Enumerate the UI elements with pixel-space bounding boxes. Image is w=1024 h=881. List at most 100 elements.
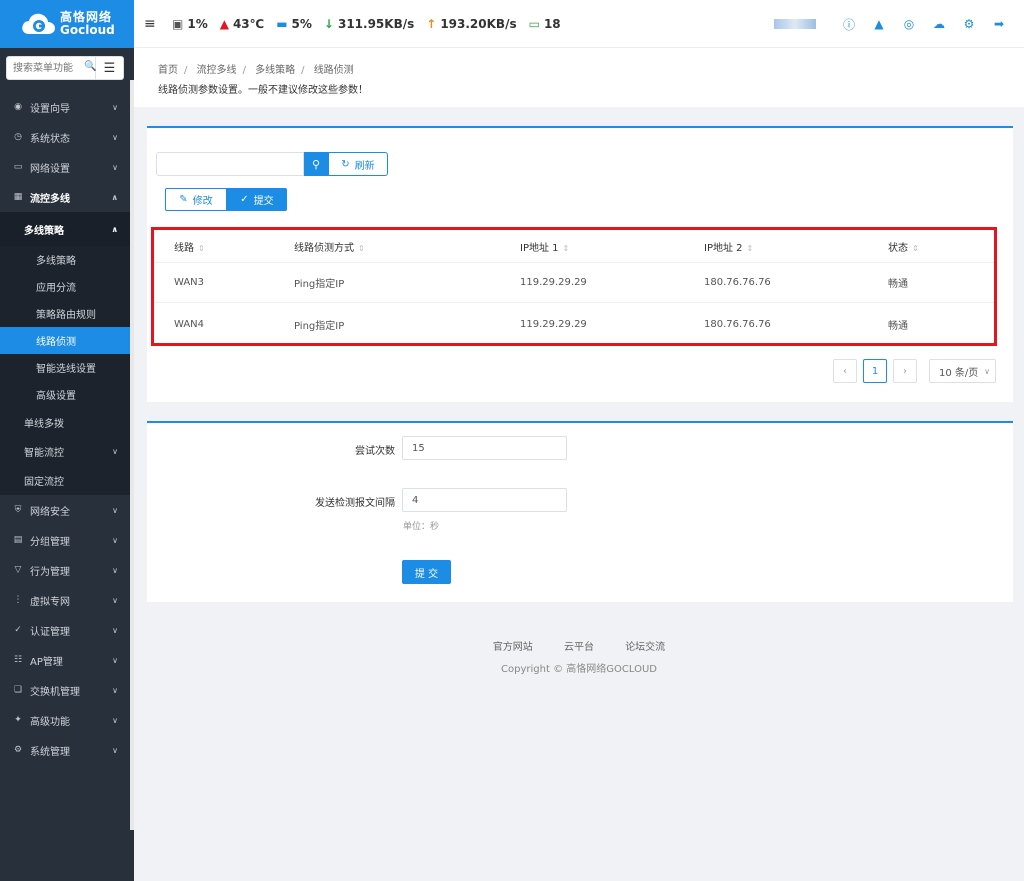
sidebar-item-setup-wizard[interactable]: ◉ 设置向导 ∨ xyxy=(0,92,130,122)
thermometer-icon: ▲ xyxy=(219,16,229,31)
copyright: Copyright © 高恪网络GOCLOUD xyxy=(501,664,657,675)
sub-item-multiline-policy[interactable]: 多线策略 xyxy=(0,246,130,273)
sub-item-fixed-flow[interactable]: 固定流控 xyxy=(0,466,130,495)
sidebar: 高恪网络 Gocloud 🔍 ☰ ◉ 设置向导 ∨ ◷ 系统状态 ∨ ▭ 网络设… xyxy=(0,0,134,881)
page-number-button[interactable]: 1 xyxy=(863,359,887,383)
col-header-ip2[interactable]: IP地址 2 ⇕ xyxy=(704,239,753,254)
cell-method: Ping指定IP xyxy=(294,320,345,332)
sidebar-item-multiline[interactable]: ▦ 流控多线 ∧ xyxy=(0,182,130,212)
info-icon[interactable]: ⓘ xyxy=(834,16,864,33)
hamburger-icon: ☰ xyxy=(103,60,116,76)
table-search-input[interactable] xyxy=(156,152,304,176)
page-size-select[interactable]: 10 条/页 ∨ xyxy=(929,359,996,383)
col-header-ip1[interactable]: IP地址 1 ⇕ xyxy=(520,239,569,254)
cell-line: WAN4 xyxy=(174,318,205,330)
footer-link-cloud[interactable]: 云平台 xyxy=(564,642,594,653)
sidebar-item-vpn[interactable]: ⋮ 虚拟专网 ∨ xyxy=(0,585,130,615)
search-icon: ⚲ xyxy=(311,157,321,171)
chevron-down-icon: ∨ xyxy=(112,565,118,575)
chevron-down-icon: ∨ xyxy=(112,132,118,142)
interval-label: 发送检测报文间隔 xyxy=(315,498,395,509)
col-header-method[interactable]: 线路侦测方式 ⇕ xyxy=(294,239,365,254)
sort-icon: ⇕ xyxy=(912,243,919,253)
globe-icon[interactable]: ◎ xyxy=(894,17,924,31)
sub-item-policy-routing[interactable]: 策略路由规则 xyxy=(0,300,130,327)
cell-line: WAN3 xyxy=(174,277,205,288)
footer-link-official[interactable]: 官方网站 xyxy=(493,642,533,653)
chevron-down-icon: ∨ xyxy=(112,625,118,635)
sub-item-single-multidial[interactable]: 单线多拨 xyxy=(0,408,130,437)
sub-item-advanced[interactable]: 高级设置 xyxy=(0,381,130,408)
sidebar-item-ap-management[interactable]: ☷ AP管理 ∨ xyxy=(0,645,130,675)
footer-link-forum[interactable]: 论坛交流 xyxy=(625,642,665,653)
submit-button[interactable]: ✓ 提交 xyxy=(227,188,287,211)
retries-input[interactable] xyxy=(402,436,567,460)
sub-item-smart-flow[interactable]: 智能流控 ∨ xyxy=(0,437,130,466)
next-page-button[interactable]: › xyxy=(893,359,917,383)
form-submit-button[interactable]: 提 交 xyxy=(402,560,451,584)
cpu-stat: ▣ 1% xyxy=(172,16,208,31)
chevron-up-icon: ∧ xyxy=(111,192,119,202)
sidebar-item-network-settings[interactable]: ▭ 网络设置 ∨ xyxy=(0,152,130,182)
sort-icon: ⇕ xyxy=(562,243,570,253)
table-search-button[interactable]: ⚲ xyxy=(304,152,328,176)
sidebar-scrollbar[interactable] xyxy=(130,80,134,830)
sidebar-item-auth-management[interactable]: ✓ 认证管理 ∨ xyxy=(0,615,130,645)
gauge-icon: ◷ xyxy=(14,132,22,142)
breadcrumb: 首页 / 流控多线 / 多线策略 / 线路侦测 xyxy=(158,65,354,76)
sub-item-smart-line[interactable]: 智能选线设置 xyxy=(0,354,130,381)
edit-button[interactable]: ✎ 修改 xyxy=(165,188,227,211)
breadcrumb-policy[interactable]: 多线策略 xyxy=(255,65,295,76)
chevron-up-icon: ∧ xyxy=(111,224,119,234)
sidebar-item-system-status[interactable]: ◷ 系统状态 ∨ xyxy=(0,122,130,152)
cloud-upload-icon[interactable]: ☁ xyxy=(924,17,954,31)
prev-page-button[interactable]: ‹ xyxy=(833,359,857,383)
shirt-icon[interactable]: ▲ xyxy=(864,17,894,31)
sidebar-item-advanced-features[interactable]: ✦ 高级功能 ∨ xyxy=(0,705,130,735)
collapse-menu-icon[interactable]: ≡ xyxy=(144,16,160,32)
table-row[interactable]: WAN4 Ping指定IP 119.29.29.29 180.76.76.76 … xyxy=(154,304,994,344)
sidebar-menu: ◉ 设置向导 ∨ ◷ 系统状态 ∨ ▭ 网络设置 ∨ ▦ 流控多线 ∧ 多线策略… xyxy=(0,92,130,765)
breadcrumb-home[interactable]: 首页 xyxy=(158,65,178,76)
chevron-down-icon: ∨ xyxy=(112,102,118,112)
check-icon: ✓ xyxy=(240,194,249,205)
sub-item-line-detection[interactable]: 线路侦测 xyxy=(0,327,130,354)
cell-ip1: 119.29.29.29 xyxy=(520,318,587,330)
chevron-down-icon: ∨ xyxy=(984,366,990,376)
interval-input[interactable] xyxy=(402,488,567,512)
chevron-right-icon: › xyxy=(903,365,907,377)
refresh-button[interactable]: ↻ 刷新 xyxy=(328,152,388,176)
sidebar-item-switch-management[interactable]: ❏ 交换机管理 ∨ xyxy=(0,675,130,705)
sidebar-item-group-management[interactable]: ▤ 分组管理 ∨ xyxy=(0,525,130,555)
line-detection-table-card: ⚲ ↻ 刷新 ✎ 修改 ✓ 提交 线路 ⇕ 线路侦测方式 ⇕ IP地址 1 ⇕ IP地… xyxy=(147,126,1013,402)
submenu: 多线策略 ∧ 多线策略 应用分流 策略路由规则 线路侦测 智能选线设置 高级设置… xyxy=(0,212,130,495)
cell-method: Ping指定IP xyxy=(294,279,345,290)
cell-ip2: 180.76.76.76 xyxy=(704,318,771,330)
sidebar-item-behavior-management[interactable]: ▽ 行为管理 ∨ xyxy=(0,555,130,585)
breadcrumb-multiline[interactable]: 流控多线 xyxy=(197,65,237,76)
sidebar-item-system-management[interactable]: ⚙ 系统管理 ∨ xyxy=(0,735,130,765)
sub-item-app-split[interactable]: 应用分流 xyxy=(0,273,130,300)
table-row[interactable]: WAN3 Ping指定IP 119.29.29.29 180.76.76.76 … xyxy=(154,263,994,303)
menu-toggle-button[interactable]: ☰ xyxy=(96,56,124,80)
search-icon[interactable]: 🔍 xyxy=(84,61,96,72)
footer-links: 官方网站 云平台 论坛交流 xyxy=(134,638,1024,653)
col-header-line[interactable]: 线路 ⇕ xyxy=(174,239,205,254)
chevron-down-icon: ∨ xyxy=(112,745,118,755)
logout-icon[interactable]: ➡ xyxy=(984,17,1014,31)
user-avatar[interactable] xyxy=(774,19,816,29)
monitor-icon: ▭ xyxy=(528,16,540,31)
list-icon: ▤ xyxy=(13,535,23,545)
chevron-down-icon: ∨ xyxy=(112,447,118,456)
logo[interactable]: 高恪网络 Gocloud xyxy=(0,0,134,48)
vpn-icon: ⋮ xyxy=(13,595,23,605)
sort-icon: ⇕ xyxy=(198,243,205,253)
gear-icon[interactable]: ⚙ xyxy=(954,17,984,31)
menu-search-input[interactable] xyxy=(6,56,96,80)
submenu-head-multiline-policy[interactable]: 多线策略 ∧ xyxy=(0,212,130,246)
menu-search: 🔍 ☰ xyxy=(6,56,124,80)
sort-icon: ⇕ xyxy=(358,243,365,253)
sidebar-item-network-security[interactable]: ⛨ 网络安全 ∨ xyxy=(0,495,130,525)
col-header-status[interactable]: 状态 ⇕ xyxy=(888,239,919,254)
breadcrumb-current: 线路侦测 xyxy=(313,65,354,76)
